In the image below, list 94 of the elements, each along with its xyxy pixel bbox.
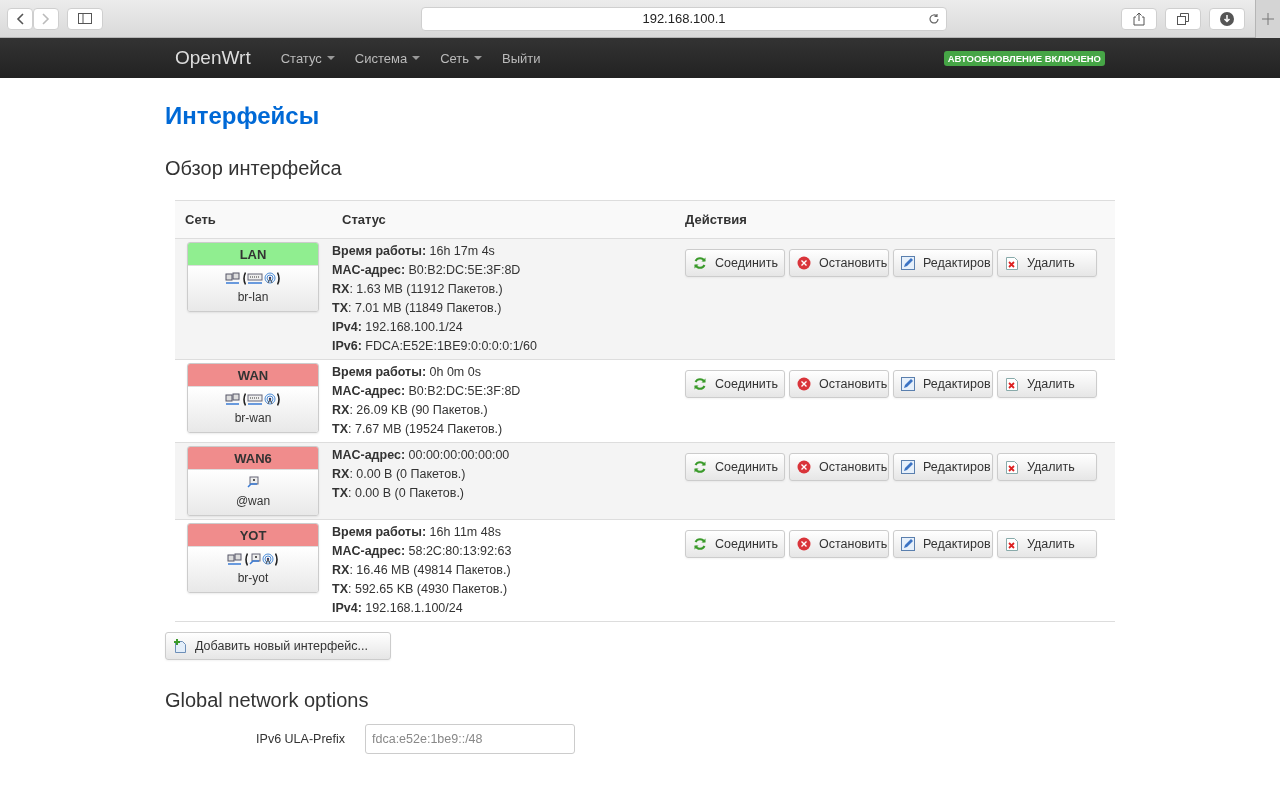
new-document-icon xyxy=(173,639,187,653)
refresh-icon xyxy=(693,460,707,474)
edit-icon xyxy=(901,377,915,391)
edit-button[interactable]: Редактиров xyxy=(893,249,993,277)
reload-icon[interactable] xyxy=(928,12,940,25)
interface-name: YOT xyxy=(188,524,318,547)
delete-button[interactable]: Удалить xyxy=(997,370,1097,398)
stop-icon xyxy=(797,377,811,391)
stop-icon xyxy=(797,460,811,474)
status-line: RX: 1.63 MB (11912 Пакетов.) xyxy=(332,281,504,298)
status-line: Время работы: 0h 0m 0s xyxy=(332,364,482,381)
field-label: IPv6 ULA-Prefix xyxy=(255,732,346,746)
status-line: TX: 0.00 B (0 Пакетов.) xyxy=(332,485,466,502)
column-header: Сеть xyxy=(184,212,217,227)
edit-icon xyxy=(901,460,915,474)
status-line: Время работы: 16h 17m 4s xyxy=(332,243,496,260)
interface-devices-drawing xyxy=(227,552,279,566)
status-line: Время работы: 16h 11m 48s xyxy=(332,524,502,541)
stop-button[interactable]: Остановить xyxy=(789,370,889,398)
delete-button[interactable]: Удалить xyxy=(997,249,1097,277)
status-line: MAC-адрес: B0:B2:DC:5E:3F:8D xyxy=(332,262,522,279)
download-button[interactable] xyxy=(1209,7,1245,30)
section-title: Обзор интерфейса xyxy=(165,156,343,181)
delete-button[interactable]: Удалить xyxy=(997,530,1097,558)
edit-button[interactable]: Редактиров xyxy=(893,530,993,558)
delete-icon xyxy=(1005,377,1019,391)
refresh-icon xyxy=(693,256,707,270)
connect-button[interactable]: Соединить xyxy=(685,530,785,558)
status-line: RX: 16.46 MB (49814 Пакетов.) xyxy=(332,562,512,579)
status-line: IPv4: 192.168.1.100/24 xyxy=(332,600,464,617)
add-interface-button[interactable]: Добавить новый интерфейс... xyxy=(165,632,391,660)
interface-card[interactable]: WAN6 @wan xyxy=(187,446,319,516)
status-line: TX: 7.67 MB (19524 Пакетов.) xyxy=(332,421,504,438)
back-button[interactable] xyxy=(7,7,33,30)
address-bar[interactable]: 192.168.100.1 xyxy=(421,6,947,31)
status-line: MAC-адрес: B0:B2:DC:5E:3F:8D xyxy=(332,383,522,400)
edit-button[interactable]: Редактиров xyxy=(893,370,993,398)
tabs-button[interactable] xyxy=(1165,7,1201,30)
status-line: RX: 0.00 B (0 Пакетов.) xyxy=(332,466,467,483)
device-name: br-lan xyxy=(236,290,270,304)
device-name: @wan xyxy=(234,494,272,508)
stop-icon xyxy=(797,256,811,270)
stop-button[interactable]: Остановить xyxy=(789,249,889,277)
delete-icon xyxy=(1005,256,1019,270)
interface-devices-drawing xyxy=(225,271,281,285)
page-title: Интерфейсы xyxy=(165,101,321,131)
stop-button[interactable]: Остановить xyxy=(789,453,889,481)
download-icon xyxy=(1220,11,1234,26)
brand-logo-text[interactable]: OpenWrt xyxy=(175,47,251,69)
connect-button[interactable]: Соединить xyxy=(685,370,785,398)
sidebar-icon xyxy=(78,13,92,24)
interface-devices-drawing xyxy=(247,475,259,489)
connect-button[interactable]: Соединить xyxy=(685,249,785,277)
edit-icon xyxy=(901,537,915,551)
interface-name: WAN xyxy=(188,364,318,387)
status-line: IPv6: FDCA:E52E:1BE9:0:0:0:0:1/60 xyxy=(332,338,538,355)
delete-icon xyxy=(1005,537,1019,551)
status-line: MAC-адрес: 58:2C:80:13:92:63 xyxy=(332,543,513,560)
refresh-icon xyxy=(693,377,707,391)
chevron-right-icon xyxy=(42,12,50,25)
section-title: Global network options xyxy=(165,688,370,713)
edit-icon xyxy=(901,256,915,270)
device-name: br-yot xyxy=(236,571,270,585)
column-header: Статус xyxy=(341,212,387,227)
status-line: TX: 7.01 MB (11849 Пакетов.) xyxy=(332,300,503,317)
stop-button[interactable]: Остановить xyxy=(789,530,889,558)
nav-menu-item[interactable]: Сеть xyxy=(430,50,493,66)
input-field[interactable]: fdca:e52e:1be9::/48 xyxy=(365,724,575,754)
interface-devices-drawing xyxy=(225,392,281,406)
edit-button[interactable]: Редактиров xyxy=(893,453,993,481)
interface-card[interactable]: YOT br-yot xyxy=(187,523,319,593)
stop-icon xyxy=(797,537,811,551)
status-line: IPv4: 192.168.100.1/24 xyxy=(332,319,464,336)
status-line: MAC-адрес: 00:00:00:00:00:00 xyxy=(332,447,511,464)
sidebar-button[interactable] xyxy=(67,7,103,30)
chevron-left-icon xyxy=(16,12,24,25)
delete-icon xyxy=(1005,460,1019,474)
status-line: TX: 592.65 KB (4930 Пакетов.) xyxy=(332,581,509,598)
device-name: br-wan xyxy=(233,411,273,425)
interface-name: WAN6 xyxy=(188,447,318,470)
plus-icon xyxy=(1262,12,1274,25)
connect-button[interactable]: Соединить xyxy=(685,453,785,481)
nav-menu-item[interactable]: Статус xyxy=(270,50,345,66)
nav-menu-item[interactable]: Система xyxy=(344,50,431,66)
status-line: RX: 26.09 KB (90 Пакетов.) xyxy=(332,402,489,419)
column-header: Действия xyxy=(684,212,748,227)
interface-name: LAN xyxy=(188,243,318,266)
refresh-icon xyxy=(693,537,707,551)
interface-card[interactable]: LAN br-lan xyxy=(187,242,319,312)
interface-card[interactable]: WAN br-wan xyxy=(187,363,319,433)
delete-button[interactable]: Удалить xyxy=(997,453,1097,481)
tabs-icon xyxy=(1177,12,1189,25)
nav-menu-item[interactable]: Выйти xyxy=(492,50,551,66)
share-icon xyxy=(1133,11,1145,26)
